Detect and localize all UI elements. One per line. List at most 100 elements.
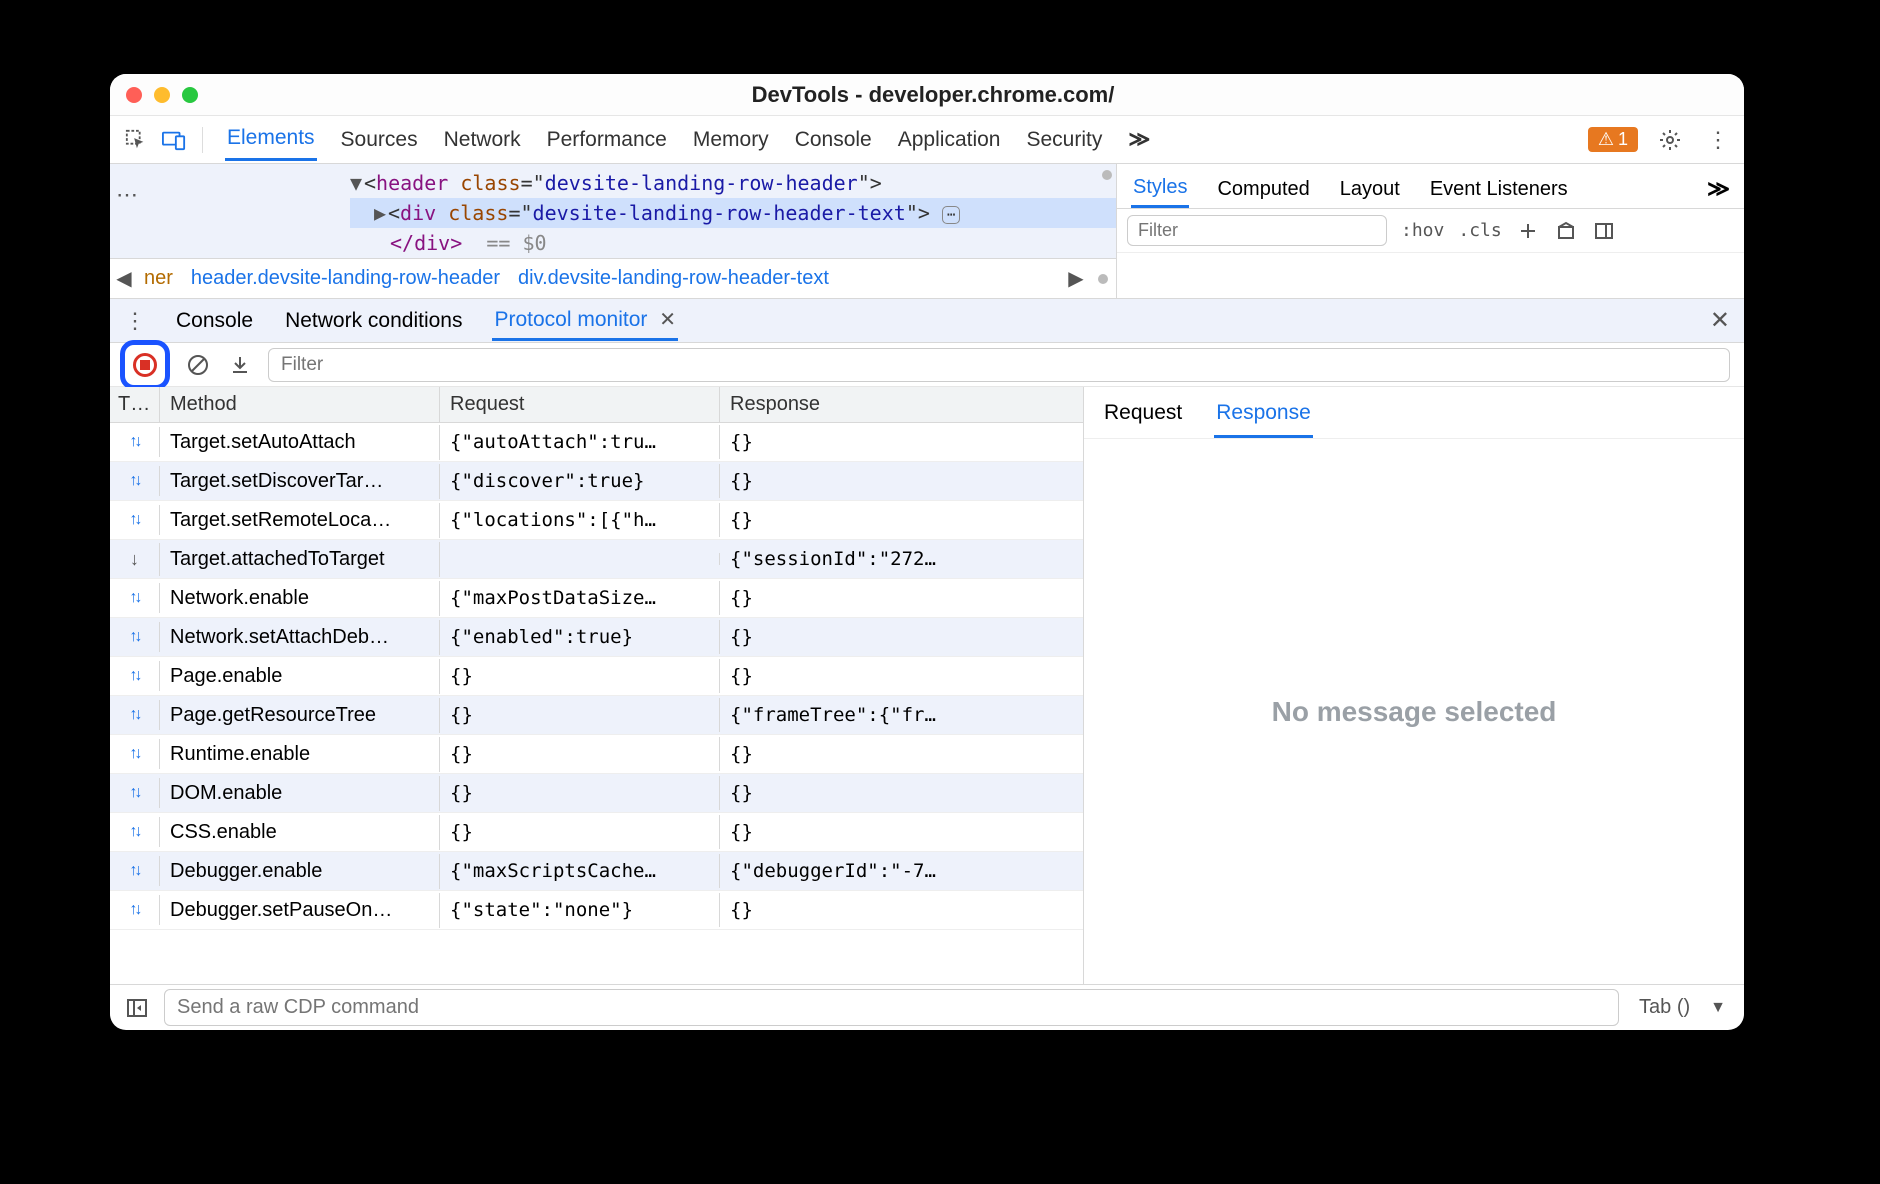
main-tabs: Elements Sources Network Performance Mem…: [225, 118, 1152, 161]
cell-method: Page.enable: [160, 659, 440, 694]
cell-response: {}: [720, 815, 1083, 849]
inspect-element-icon[interactable]: [120, 124, 152, 156]
cell-response: {"sessionId":"272…: [720, 542, 1083, 576]
styles-filter-input[interactable]: [1127, 215, 1387, 246]
settings-icon[interactable]: [1654, 124, 1686, 156]
grid-body[interactable]: ↑↓Target.setAutoAttach{"autoAttach":tru……: [110, 423, 1083, 984]
arrow-updown-icon: ↑↓: [110, 661, 160, 691]
detail-tab-request[interactable]: Request: [1102, 395, 1184, 438]
computed-styles-icon[interactable]: [1554, 219, 1578, 243]
col-header-response[interactable]: Response: [720, 387, 1083, 422]
cell-request: {"autoAttach":tru…: [440, 425, 720, 459]
table-row[interactable]: ↑↓Network.setAttachDeb…{"enabled":true}{…: [110, 618, 1083, 657]
col-header-request[interactable]: Request: [440, 387, 720, 422]
crumb-item[interactable]: div.devsite-landing-row-header-text: [518, 267, 829, 290]
detail-empty-message: No message selected: [1084, 439, 1744, 984]
hov-toggle[interactable]: :hov: [1401, 220, 1444, 241]
footer-hint: Tab (): [1631, 996, 1698, 1019]
warnings-badge[interactable]: ⚠ 1: [1588, 127, 1638, 152]
table-row[interactable]: ↑↓Page.enable{}{}: [110, 657, 1083, 696]
tab-performance[interactable]: Performance: [545, 120, 669, 160]
table-row[interactable]: ↓Target.attachedToTarget{"sessionId":"27…: [110, 540, 1083, 579]
collapsed-content-icon[interactable]: ⋯: [942, 206, 960, 224]
crumb-item[interactable]: header.devsite-landing-row-header: [191, 267, 500, 290]
cell-method: CSS.enable: [160, 815, 440, 850]
styles-tab-computed[interactable]: Computed: [1215, 172, 1311, 207]
save-button[interactable]: [226, 351, 254, 379]
main-toolbar: Elements Sources Network Performance Mem…: [110, 116, 1744, 164]
close-tab-icon[interactable]: ✕: [659, 309, 676, 331]
table-row[interactable]: ↑↓DOM.enable{}{}: [110, 774, 1083, 813]
device-toggle-icon[interactable]: [158, 124, 190, 156]
styles-tab-eventlisteners[interactable]: Event Listeners: [1428, 172, 1570, 207]
cdp-command-input[interactable]: [164, 989, 1619, 1026]
warnings-count: 1: [1618, 129, 1628, 150]
table-row[interactable]: ↑↓Debugger.setPauseOn…{"state":"none"}{}: [110, 891, 1083, 930]
table-row[interactable]: ↑↓CSS.enable{}{}: [110, 813, 1083, 852]
cell-request: {}: [440, 737, 720, 771]
detail-tab-response[interactable]: Response: [1214, 395, 1313, 438]
drawer-tab-network-conditions[interactable]: Network conditions: [283, 303, 464, 339]
window-maximize-button[interactable]: [182, 87, 198, 103]
cell-response: {}: [720, 464, 1083, 498]
col-header-method[interactable]: Method: [160, 387, 440, 422]
drawer-tab-protocol-monitor[interactable]: Protocol monitor ✕: [492, 301, 678, 341]
table-row[interactable]: ↑↓Target.setAutoAttach{"autoAttach":tru……: [110, 423, 1083, 462]
arrow-updown-icon: ↑↓: [110, 700, 160, 730]
cell-request: {}: [440, 815, 720, 849]
window-close-button[interactable]: [126, 87, 142, 103]
dom-tree[interactable]: ⋯ ▼<header class="devsite-landing-row-he…: [110, 164, 1116, 298]
tab-application[interactable]: Application: [896, 120, 1003, 160]
cls-toggle[interactable]: .cls: [1458, 220, 1501, 241]
cell-response: {}: [720, 425, 1083, 459]
styles-tabs: Styles Computed Layout Event Listeners ≫: [1117, 164, 1744, 209]
tabs-overflow-icon[interactable]: ≫: [1126, 119, 1152, 160]
cell-method: Debugger.enable: [160, 854, 440, 889]
drawer-tab-console[interactable]: Console: [174, 303, 255, 339]
cell-response: {}: [720, 893, 1083, 927]
col-header-type[interactable]: T…: [110, 387, 160, 422]
styles-tab-styles[interactable]: Styles: [1131, 170, 1189, 208]
cell-method: DOM.enable: [160, 776, 440, 811]
footer-dropdown-icon[interactable]: ▼: [1710, 999, 1732, 1017]
drawer-kebab-icon[interactable]: ⋮: [124, 308, 146, 334]
crumb-prev-icon[interactable]: ◀: [110, 266, 138, 291]
cell-request: {"discover":true}: [440, 464, 720, 498]
cell-method: Debugger.setPauseOn…: [160, 893, 440, 928]
tab-memory[interactable]: Memory: [691, 120, 771, 160]
table-row[interactable]: ↑↓Target.setRemoteLoca…{"locations":[{"h…: [110, 501, 1083, 540]
protocol-monitor-toolbar: [110, 343, 1744, 387]
cell-response: {}: [720, 737, 1083, 771]
drawer-close-icon[interactable]: ✕: [1710, 306, 1730, 335]
new-style-rule-icon[interactable]: [1516, 219, 1540, 243]
crumb-next-icon[interactable]: ▶: [1062, 266, 1090, 291]
tab-sources[interactable]: Sources: [339, 120, 420, 160]
message-grid: T… Method Request Response ↑↓Target.setA…: [110, 387, 1084, 984]
table-row[interactable]: ↑↓Page.getResourceTree{}{"frameTree":{"f…: [110, 696, 1083, 735]
tab-console[interactable]: Console: [793, 120, 874, 160]
tab-elements[interactable]: Elements: [225, 118, 317, 161]
table-row[interactable]: ↑↓Debugger.enable{"maxScriptsCache…{"deb…: [110, 852, 1083, 891]
message-detail: Request Response No message selected: [1084, 387, 1744, 984]
toggle-sidebar-icon[interactable]: [1592, 219, 1616, 243]
cell-request: {"state":"none"}: [440, 893, 720, 927]
styles-tabs-overflow-icon[interactable]: ≫: [1707, 176, 1730, 202]
arrow-updown-icon: ↑↓: [110, 505, 160, 535]
record-button[interactable]: [133, 353, 157, 377]
cell-request: [440, 553, 720, 565]
tab-security[interactable]: Security: [1024, 120, 1104, 160]
cell-request: {"maxScriptsCache…: [440, 854, 720, 888]
clear-button[interactable]: [184, 351, 212, 379]
tab-network[interactable]: Network: [442, 120, 523, 160]
protocol-filter-input[interactable]: [268, 348, 1730, 382]
styles-tab-layout[interactable]: Layout: [1338, 172, 1402, 207]
traffic-lights: [126, 87, 198, 103]
toggle-panel-icon[interactable]: [122, 993, 152, 1023]
kebab-menu-icon[interactable]: ⋮: [1702, 124, 1734, 156]
table-row[interactable]: ↑↓Runtime.enable{}{}: [110, 735, 1083, 774]
table-row[interactable]: ↑↓Target.setDiscoverTar…{"discover":true…: [110, 462, 1083, 501]
window-minimize-button[interactable]: [154, 87, 170, 103]
record-button-highlight: [120, 340, 170, 390]
elements-panel: ⋯ ▼<header class="devsite-landing-row-he…: [110, 164, 1744, 299]
table-row[interactable]: ↑↓Network.enable{"maxPostDataSize…{}: [110, 579, 1083, 618]
